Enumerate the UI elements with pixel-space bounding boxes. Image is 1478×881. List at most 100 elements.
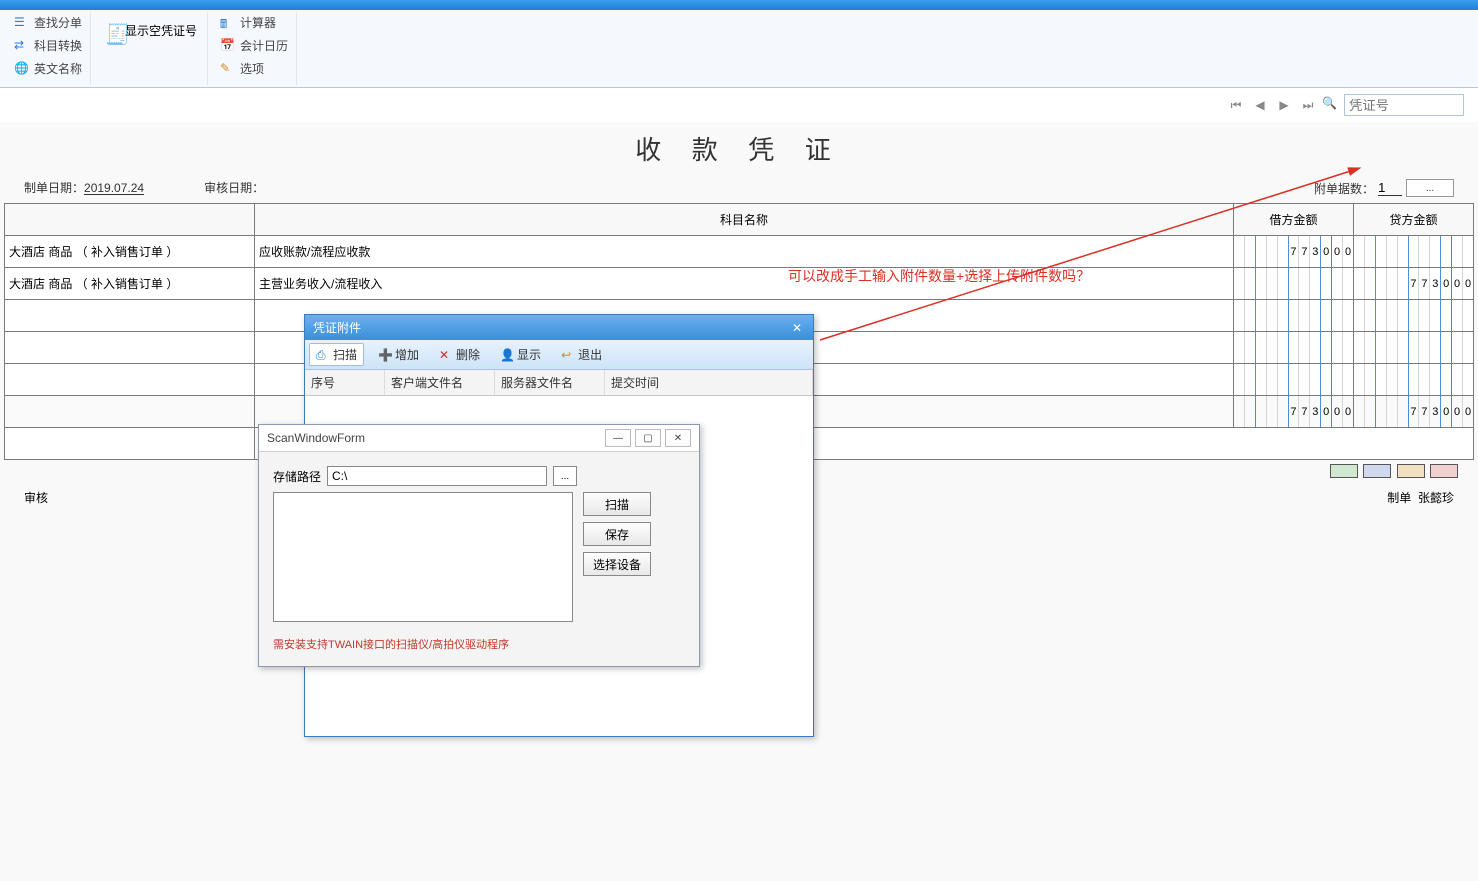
find-split-label: 查找分单 <box>34 14 82 31</box>
show-button[interactable]: 👤显示 <box>494 343 547 366</box>
delete-button[interactable]: ✕删除 <box>433 343 486 366</box>
scan-browse-button[interactable]: ... <box>553 466 577 486</box>
cell-subject[interactable]: 主营业务收入/流程收入 <box>255 268 1234 300</box>
badge-3[interactable] <box>1397 464 1425 478</box>
total-credit: 773000 <box>1354 396 1474 428</box>
exit-button[interactable]: ↩退出 <box>555 343 608 366</box>
badge-2[interactable] <box>1363 464 1391 478</box>
cell-credit[interactable] <box>1354 236 1474 268</box>
attachment-modal-title-bar[interactable]: 凭证附件 ✕ <box>305 315 813 340</box>
attachment-list-header: 序号 客户端文件名 服务器文件名 提交时间 <box>305 370 813 396</box>
show-empty-voucher-label: 显示空凭证号 <box>125 22 197 39</box>
show-empty-voucher-button[interactable]: 🧾 显示空凭证号 <box>99 12 203 48</box>
attach-browse-button[interactable]: ... <box>1406 179 1454 197</box>
scan-do-button[interactable]: 扫描 <box>583 492 651 516</box>
cell-debit[interactable]: 773000 <box>1234 236 1354 268</box>
calculator-label: 计算器 <box>240 14 276 31</box>
add-button[interactable]: ➕增加 <box>372 343 425 366</box>
voucher-title: 收 款 凭 证 <box>0 130 1478 167</box>
scan-close-button[interactable]: ✕ <box>665 429 691 447</box>
make-date-label: 制单日期： <box>24 181 84 195</box>
col-client[interactable]: 客户端文件名 <box>385 370 495 395</box>
scan-min-button[interactable]: — <box>605 429 631 447</box>
maker-label: 制单 <box>1387 491 1411 505</box>
col-seq[interactable]: 序号 <box>305 370 385 395</box>
cell-credit[interactable] <box>1354 300 1474 332</box>
ribbon-bar <box>0 0 1478 10</box>
cell-empty <box>5 396 255 428</box>
scan-note: 需安装支持TWAIN接口的扫描仪/高拍仪驱动程序 <box>273 636 685 652</box>
scan-button[interactable]: ⎙扫描 <box>309 343 364 366</box>
scan-device-button[interactable]: 选择设备 <box>583 552 651 576</box>
badge-4[interactable] <box>1430 464 1458 478</box>
voucher-info-row: 制单日期：2019.07.24 审核日期： 附单据数： ... <box>0 179 1478 203</box>
find-split-button[interactable]: ☰ 查找分单 <box>10 12 86 33</box>
voucher-icon: 🧾 <box>105 22 121 38</box>
cell-summary[interactable]: 大酒店 商品 （ 补入销售订单 ） <box>5 236 255 268</box>
cell-debit[interactable] <box>1234 332 1354 364</box>
tool-group-1: ☰ 查找分单 ⇄ 科目转换 🌐 英文名称 <box>6 12 91 85</box>
english-name-button[interactable]: 🌐 英文名称 <box>10 58 86 79</box>
calendar-icon: 📅 <box>220 38 236 54</box>
cell-credit[interactable] <box>1354 364 1474 396</box>
nav-next-button[interactable]: ▶ <box>1274 95 1294 115</box>
globe-icon: 🌐 <box>14 61 30 77</box>
cell-credit[interactable]: 773000 <box>1354 268 1474 300</box>
badge-1[interactable] <box>1330 464 1358 478</box>
attach-count-input[interactable] <box>1378 180 1402 196</box>
search-list-icon: ☰ <box>14 15 30 31</box>
search-icon: 🔍 <box>1322 96 1340 114</box>
cell-credit[interactable] <box>1354 332 1474 364</box>
scan-path-input[interactable] <box>327 466 547 486</box>
cell-summary[interactable]: 大酒店 商品 （ 补入销售订单 ） <box>5 268 255 300</box>
make-date-value: 2019.07.24 <box>84 181 144 195</box>
scan-modal-title: ScanWindowForm <box>267 431 365 445</box>
cell-debit[interactable] <box>1234 300 1354 332</box>
col-credit-header: 贷方金额 <box>1354 204 1474 236</box>
toolbar: ☰ 查找分单 ⇄ 科目转换 🌐 英文名称 🧾 显示空凭证号 🖩 计算器 📅 会计… <box>0 10 1478 88</box>
attachment-toolbar: ⎙扫描 ➕增加 ✕删除 👤显示 ↩退出 <box>305 340 813 370</box>
tool-group-3: 🖩 计算器 📅 会计日历 ✎ 选项 <box>212 12 297 85</box>
cell-debit[interactable] <box>1234 364 1354 396</box>
total-debit: 773000 <box>1234 396 1354 428</box>
scan-path-label: 存储路径 <box>273 468 321 485</box>
voucher-search-input[interactable] <box>1344 94 1464 116</box>
col-time[interactable]: 提交时间 <box>605 370 813 395</box>
cell-empty <box>5 428 255 460</box>
nav-last-button[interactable]: ⏭ <box>1298 95 1318 115</box>
add-icon: ➕ <box>378 348 392 362</box>
scan-preview <box>273 492 573 622</box>
scan-modal-title-bar[interactable]: ScanWindowForm — ▢ ✕ <box>259 425 699 452</box>
audit-date-label: 审核日期： <box>204 179 264 197</box>
nav-prev-button[interactable]: ◀ <box>1250 95 1270 115</box>
cell-subject[interactable]: 应收账款/流程应收款 <box>255 236 1234 268</box>
table-row[interactable]: 大酒店 商品 （ 补入销售订单 ）应收账款/流程应收款773000 <box>5 236 1474 268</box>
exit-icon: ↩ <box>561 348 575 362</box>
tool-group-2: 🧾 显示空凭证号 <box>95 12 208 85</box>
nav-first-button[interactable]: ⏮ <box>1226 95 1246 115</box>
calculator-button[interactable]: 🖩 计算器 <box>216 12 292 33</box>
subject-transfer-button[interactable]: ⇄ 科目转换 <box>10 35 86 56</box>
options-button[interactable]: ✎ 选项 <box>216 58 292 79</box>
calendar-button[interactable]: 📅 会计日历 <box>216 35 292 56</box>
attachment-modal-title: 凭证附件 <box>313 319 361 336</box>
maker-name: 张懿珍 <box>1418 491 1454 505</box>
cell-summary[interactable] <box>5 364 255 396</box>
transfer-icon: ⇄ <box>14 38 30 54</box>
table-row[interactable]: 大酒店 商品 （ 补入销售订单 ）主营业务收入/流程收入 773000 <box>5 268 1474 300</box>
attachment-modal-close-button[interactable]: ✕ <box>789 321 805 335</box>
cell-summary[interactable] <box>5 300 255 332</box>
scan-modal: ScanWindowForm — ▢ ✕ 存储路径 ... 扫描 保存 选择设备… <box>258 424 700 667</box>
calendar-label: 会计日历 <box>240 37 288 54</box>
english-name-label: 英文名称 <box>34 60 82 77</box>
cell-debit[interactable] <box>1234 268 1354 300</box>
calculator-icon: 🖩 <box>220 15 236 31</box>
delete-icon: ✕ <box>439 348 453 362</box>
scan-max-button[interactable]: ▢ <box>635 429 661 447</box>
scan-save-button[interactable]: 保存 <box>583 522 651 546</box>
scan-icon: ⎙ <box>316 348 330 362</box>
attach-count-label: 附单据数： <box>1314 180 1374 197</box>
show-icon: 👤 <box>500 348 514 362</box>
col-server[interactable]: 服务器文件名 <box>495 370 605 395</box>
cell-summary[interactable] <box>5 332 255 364</box>
